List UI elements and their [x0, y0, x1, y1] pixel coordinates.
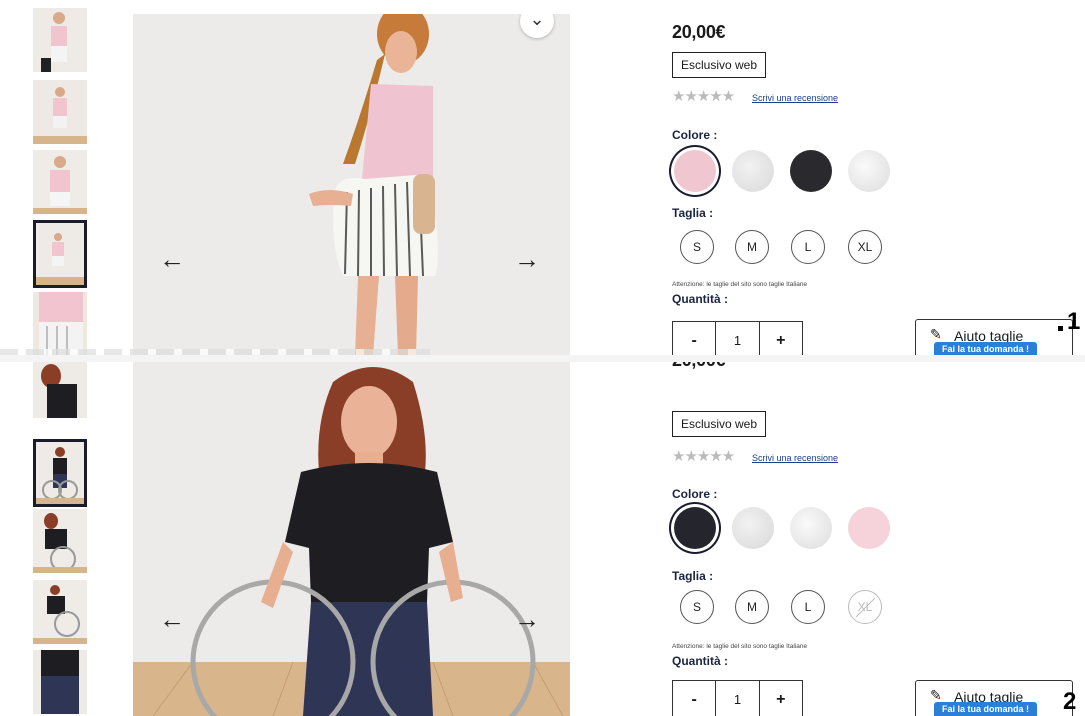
thumbnail[interactable]: [33, 80, 87, 144]
color-swatch-grey-melange[interactable]: [732, 507, 774, 549]
quantity-decrease-button[interactable]: -: [673, 681, 715, 716]
color-swatch-white[interactable]: [790, 507, 832, 549]
chat-widget-tab[interactable]: Fai la tua domanda !: [934, 702, 1038, 716]
thumbnail[interactable]: [33, 150, 87, 214]
quantity-label: Quantità :: [672, 654, 728, 668]
main-product-image[interactable]: ← →: [133, 362, 570, 716]
size-option-xl[interactable]: XL: [848, 230, 882, 264]
write-review-link[interactable]: Scrivi una recensione: [752, 453, 838, 463]
thumbnail[interactable]: [33, 650, 87, 714]
size-option-m[interactable]: M: [735, 230, 769, 264]
web-exclusive-badge: Esclusivo web: [672, 52, 767, 78]
thumbnail[interactable]: [33, 292, 87, 356]
color-swatch-black[interactable]: [790, 150, 832, 192]
product-price: 20,00€: [672, 22, 726, 42]
size-note: Attenzione: le taglie del sito sono tagl…: [672, 281, 808, 288]
size-label: Taglia :: [672, 569, 714, 583]
color-swatch-pink[interactable]: [674, 150, 716, 192]
quantity-input[interactable]: 1: [715, 322, 760, 356]
color-swatch-white[interactable]: [848, 150, 890, 192]
size-option-l[interactable]: L: [791, 230, 825, 264]
divider-blur: [0, 349, 430, 355]
size-option-m[interactable]: M: [735, 590, 769, 624]
size-option-l[interactable]: L: [791, 590, 825, 624]
quantity-increase-button[interactable]: +: [760, 681, 802, 716]
rating-stars-icon: ★★★★★: [672, 448, 735, 465]
quantity-stepper: - 1 +: [672, 680, 803, 716]
thumbnail[interactable]: [33, 509, 87, 573]
quantity-stepper: - 1 +: [672, 321, 803, 356]
chat-widget-tab[interactable]: Fai la tua domanda !: [934, 342, 1038, 356]
thumbnail[interactable]: [33, 8, 87, 72]
next-image-arrow[interactable]: →: [514, 606, 540, 632]
main-product-image[interactable]: ← → ⌄: [133, 14, 570, 356]
model-photo: [133, 14, 570, 356]
thumbnail[interactable]: [33, 362, 87, 418]
color-swatch-grey-melange[interactable]: [732, 150, 774, 192]
product-screenshot-1: ← → ⌄ 20,00€ Esclusivo web ★★★★★ Scrivi …: [0, 0, 1085, 356]
size-note: Attenzione: le taglie del sito sono tagl…: [672, 643, 808, 650]
thumbnail-selected[interactable]: [33, 220, 87, 288]
previous-image-arrow[interactable]: ←: [159, 606, 185, 632]
quantity-input[interactable]: 1: [715, 681, 760, 716]
color-label: Colore :: [672, 487, 718, 501]
product-price: 20,00€: [672, 362, 726, 371]
screenshot-number: 2: [1063, 688, 1077, 715]
thumbnail-selected[interactable]: [33, 439, 87, 507]
color-label: Colore :: [672, 128, 718, 142]
model-photo: [133, 362, 570, 716]
write-review-link[interactable]: Scrivi una recensione: [752, 93, 838, 103]
screenshot-number: 1: [1067, 308, 1081, 335]
previous-image-arrow[interactable]: ←: [159, 246, 185, 272]
thumbnail[interactable]: [33, 580, 87, 644]
pencil-ruler-icon: ✎: [930, 326, 942, 342]
next-image-arrow[interactable]: →: [514, 246, 540, 272]
quantity-increase-button[interactable]: +: [760, 322, 802, 356]
marker-dot: [1058, 326, 1063, 331]
quantity-decrease-button[interactable]: -: [673, 322, 715, 356]
size-option-xl-unavailable[interactable]: XL: [848, 590, 882, 624]
web-exclusive-badge: Esclusivo web: [672, 411, 767, 437]
color-swatch-pink[interactable]: [848, 507, 890, 549]
rating-stars-icon: ★★★★★: [672, 88, 735, 105]
quantity-label: Quantità :: [672, 292, 728, 306]
size-option-s[interactable]: S: [680, 230, 714, 264]
size-option-s[interactable]: S: [680, 590, 714, 624]
product-screenshot-2: ← → 20,00€ Esclusivo web ★★★★★ Scrivi un…: [0, 362, 1085, 716]
color-swatch-black[interactable]: [674, 507, 716, 549]
size-label: Taglia :: [672, 206, 714, 220]
